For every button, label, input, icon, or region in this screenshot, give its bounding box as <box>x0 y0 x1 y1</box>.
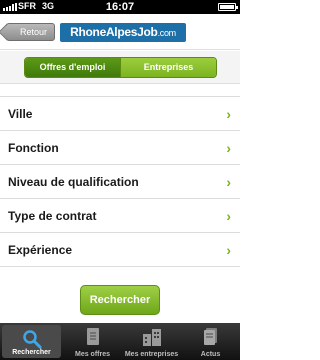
battery-icon <box>218 3 238 11</box>
tab-my-companies[interactable]: Mes entreprises <box>122 323 181 360</box>
search-criteria-list: Ville › Fonction › Niveau de qualificati… <box>0 96 240 267</box>
news-icon <box>203 328 217 345</box>
list-item-label: Type de contrat <box>8 209 97 223</box>
tab-bar: Rechercher Mes offres Mes entreprises Ac… <box>0 323 240 360</box>
criteria-row-contract-type[interactable]: Type de contrat › <box>0 199 240 233</box>
criteria-row-function[interactable]: Fonction › <box>0 131 240 165</box>
tab-search[interactable]: Rechercher <box>2 325 61 358</box>
chevron-right-icon: › <box>226 174 231 190</box>
document-icon <box>86 328 99 345</box>
segment-bar: Offres d'emploi Entreprises <box>0 51 240 84</box>
tab-label: Mes entreprises <box>124 351 179 358</box>
clock: 16:07 <box>105 1 135 13</box>
list-item-label: Fonction <box>8 141 59 155</box>
tab-my-offers[interactable]: Mes offres <box>63 323 122 360</box>
segmented-control: Offres d'emploi Entreprises <box>24 57 217 78</box>
tab-label: Mes offres <box>74 351 110 358</box>
segment-job-offers[interactable]: Offres d'emploi <box>25 58 121 77</box>
tab-label: Rechercher <box>12 349 51 356</box>
search-icon <box>22 330 41 349</box>
app-header: Retour RhoneAlpesJob.com <box>0 14 240 50</box>
criteria-row-city[interactable]: Ville › <box>0 97 240 131</box>
brand-logo: RhoneAlpesJob.com <box>60 23 186 42</box>
chevron-right-icon: › <box>226 208 231 224</box>
list-item-label: Niveau de qualification <box>8 175 139 189</box>
criteria-row-experience[interactable]: Expérience › <box>0 233 240 267</box>
tab-label: Actus <box>200 351 221 358</box>
chevron-right-icon: › <box>226 242 231 258</box>
criteria-row-qualification[interactable]: Niveau de qualification › <box>0 165 240 199</box>
tab-news[interactable]: Actus <box>181 323 240 360</box>
chevron-right-icon: › <box>226 106 231 122</box>
list-item-label: Expérience <box>8 243 73 257</box>
chevron-right-icon: › <box>226 140 231 156</box>
buildings-icon <box>142 329 161 346</box>
list-item-label: Ville <box>8 107 33 121</box>
status-bar: SFR 3G 16:07 <box>0 0 240 14</box>
back-button-label: Retour <box>20 27 48 37</box>
search-button[interactable]: Rechercher <box>80 285 160 315</box>
back-button[interactable]: Retour <box>6 23 56 41</box>
segment-companies[interactable]: Entreprises <box>121 58 216 77</box>
